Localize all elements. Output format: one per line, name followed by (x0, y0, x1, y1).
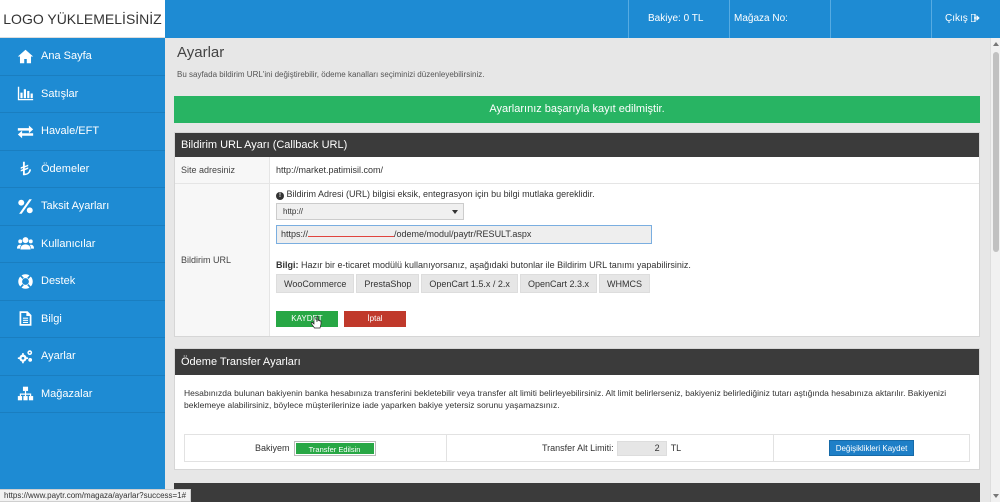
next-panel-header (174, 483, 980, 502)
page-scrollbar[interactable] (990, 38, 1000, 502)
save-changes-cell: Değişiklikleri Kaydet (774, 435, 969, 461)
balance-text: Bakiye: 0 TL (648, 13, 704, 24)
sidebar-item-kullanicilar[interactable]: Kullanıcılar (0, 226, 165, 263)
sidebar-item-label: Ödemeler (41, 162, 90, 175)
status-url: https://www.paytr.com/magaza/ayarlar?suc… (4, 491, 187, 500)
document-icon (15, 310, 35, 328)
sitemap-icon (15, 385, 35, 403)
sidebar-item-bilgi[interactable]: Bilgi (0, 301, 165, 338)
store-number: Mağaza No: (729, 0, 830, 38)
scrollbar-thumb[interactable] (993, 52, 999, 252)
sidebar-item-label: Ayarlar (41, 350, 76, 363)
page-header: Ayarlar Bu sayfada bildirim URL'ini deği… (165, 38, 990, 79)
cancel-button[interactable]: İptal (344, 311, 406, 327)
info-line: Bilgi: Hazır bir e-ticaret modülü kullan… (276, 260, 973, 274)
mouse-cursor-icon (310, 315, 322, 331)
whmcs-button[interactable]: WHMCS (598, 274, 650, 293)
sidebar-item-magazalar[interactable]: Mağazalar (0, 376, 165, 413)
callback-url-row: Bildirim URL ! Bildirim Adresi (URL) bil… (175, 184, 979, 336)
redacted-domain (308, 228, 395, 237)
callback-url-label: Bildirim URL (175, 184, 270, 336)
balance-label: Bakiyem (255, 443, 290, 453)
logout-label: Çıkış (945, 13, 968, 24)
chevron-down-icon (452, 210, 458, 214)
sidebar-item-label: Ana Sayfa (41, 50, 92, 63)
opencart-15-button[interactable]: OpenCart 1.5.x / 2.x (421, 274, 518, 293)
logo[interactable]: LOGO YÜKLEMELİSİNİZ (0, 0, 165, 38)
sidebar-item-odemeler[interactable]: Ödemeler (0, 151, 165, 188)
top-bar: LOGO YÜKLEMELİSİNİZ Bakiye: 0 TL Mağaza … (0, 0, 1000, 38)
balance-indicator: Bakiye: 0 TL (628, 0, 729, 38)
site-address-value: http://market.patimisil.com/ (276, 165, 384, 175)
sidebar-item-destek[interactable]: Destek (0, 263, 165, 301)
callback-url-field-group: ! Bildirim Adresi (URL) bilgisi eksik, e… (270, 184, 979, 336)
panel-header: Ödeme Transfer Ayarları (175, 349, 979, 375)
exclamation-icon: ! (276, 192, 284, 200)
scroll-up-arrow-icon[interactable] (993, 42, 999, 46)
lira-icon (15, 160, 35, 178)
topbar-empty-cell (830, 0, 931, 38)
sidebar-item-ana-sayfa[interactable]: Ana Sayfa (0, 38, 165, 76)
sidebar-item-taksit-ayarlari[interactable]: Taksit Ayarları (0, 188, 165, 226)
scroll-down-arrow-icon[interactable] (993, 494, 999, 498)
info-bold: Bilgi: (276, 260, 299, 270)
gears-icon (15, 347, 35, 365)
opencart-23-button[interactable]: OpenCart 2.3.x (519, 274, 597, 293)
balance-toggle-cell: Bakiyem Transfer Edilsin (185, 435, 447, 461)
warning-text: Bildirim Adresi (URL) bilgisi eksik, ent… (286, 189, 595, 199)
warning-line: ! Bildirim Adresi (URL) bilgisi eksik, e… (276, 189, 973, 203)
store-number-text: Mağaza No: (734, 13, 788, 24)
sidebar-item-label: Havale/EFT (41, 125, 100, 138)
panel-header: Bildirim URL Ayarı (Callback URL) (175, 133, 979, 157)
callback-url-label-text: Bildirim URL (181, 255, 232, 265)
success-alert: Ayarlarınız başarıyla kayıt edilmiştir. (174, 96, 980, 123)
transfer-description: Hesabınızda bulunan bakiyenin banka hesa… (184, 388, 947, 410)
platform-buttons: WooCommerce PrestaShop OpenCart 1.5.x / 2.… (276, 274, 973, 293)
transfer-toggle[interactable]: Transfer Edilsin (293, 440, 376, 456)
transfer-arrows-icon (15, 122, 35, 140)
sidebar-item-ayarlar[interactable]: Ayarlar (0, 338, 165, 376)
info-text: Hazır bir e-ticaret modülü kullanıyorsan… (301, 260, 691, 270)
sidebar-item-label: Mağazalar (41, 387, 93, 400)
users-icon (15, 235, 35, 253)
woocommerce-button[interactable]: WooCommerce (276, 274, 355, 293)
limit-unit: TL (670, 443, 682, 453)
prestashop-button[interactable]: PrestaShop (356, 274, 420, 293)
limit-cell: Transfer Alt Limiti: 2 TL (447, 435, 774, 461)
main-content: Ayarlar Bu sayfada bildirim URL'ini deği… (165, 38, 990, 502)
sidebar-item-label: Satışlar (41, 87, 79, 100)
save-changes-button[interactable]: Değişiklikleri Kaydet (828, 440, 915, 456)
sign-out-icon (969, 13, 980, 24)
sidebar-item-havale-eft[interactable]: Havale/EFT (0, 113, 165, 151)
sidebar: Ana Sayfa Satışlar Havale/EFT Ödemeler T… (0, 38, 165, 502)
protocol-select[interactable]: http:// (276, 203, 464, 220)
sidebar-item-label: Taksit Ayarları (41, 200, 110, 213)
url-suffix: /odeme/modul/paytr/RESULT.aspx (394, 229, 532, 239)
browser-status-bar: https://www.paytr.com/magaza/ayarlar?suc… (0, 489, 192, 502)
callback-panel: Bildirim URL Ayarı (Callback URL) Site a… (174, 132, 980, 337)
page-title: Ayarlar (177, 44, 225, 61)
lifebuoy-icon (15, 272, 35, 290)
logout-button[interactable]: Çıkış (931, 0, 1000, 38)
protocol-select-value: http:// (283, 207, 304, 216)
transfer-panel: Ödeme Transfer Ayarları Hesabınızda bulu… (174, 348, 980, 470)
form-actions: KAYDET İptal (276, 311, 973, 329)
bar-chart-icon (15, 85, 35, 103)
percent-icon (15, 197, 35, 215)
page-subtitle: Bu sayfada bildirim URL'ini değiştirebil… (177, 70, 485, 79)
transfer-controls-row: Bakiyem Transfer Edilsin Transfer Alt Li… (184, 434, 970, 462)
sidebar-item-label: Kullanıcılar (41, 237, 96, 250)
url-prefix: https:// (281, 229, 309, 239)
sidebar-item-label: Destek (41, 275, 76, 288)
limit-label: Transfer Alt Limiti: (542, 443, 614, 453)
toggle-on-label: Transfer Edilsin (295, 442, 374, 454)
sidebar-item-label: Bilgi (41, 312, 62, 325)
sidebar-item-satislar[interactable]: Satışlar (0, 76, 165, 113)
site-address-label: Site adresiniz (175, 157, 270, 183)
limit-input[interactable]: 2 (616, 440, 667, 456)
site-address-row: Site adresiniz http://market.patimisil.c… (175, 157, 979, 184)
save-button[interactable]: KAYDET (276, 311, 338, 327)
home-icon (15, 47, 35, 65)
callback-url-input[interactable]: https:// /odeme/modul/paytr/RESULT.aspx (276, 225, 652, 244)
